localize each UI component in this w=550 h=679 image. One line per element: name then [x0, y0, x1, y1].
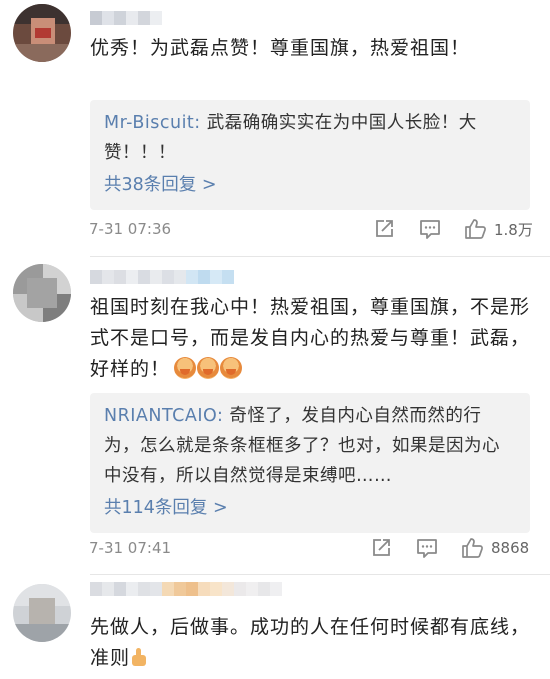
reply-author[interactable]: Mr-Biscuit:: [104, 113, 201, 133]
timestamp: 7-31 07:36: [89, 220, 172, 238]
avatar[interactable]: [13, 264, 71, 322]
comment-icon: [415, 537, 439, 559]
username-blurred[interactable]: [90, 582, 282, 596]
share-icon: [373, 218, 395, 240]
comment-icon: [418, 218, 442, 240]
thumbs-up-icon: [461, 537, 485, 559]
thumbs-up-emoji: [130, 647, 148, 667]
thumbs-up-icon: [464, 218, 488, 240]
share-icon: [370, 537, 392, 559]
divider: [90, 574, 550, 575]
comment-text: 先做人，后做事。成功的人在任何时候都有底线，准则: [90, 612, 530, 674]
comment-text-content: 先做人，后做事。成功的人在任何时候都有底线，准则: [90, 616, 531, 669]
username-blurred[interactable]: [90, 11, 162, 25]
clap-emoji: [174, 357, 243, 380]
reply-box[interactable]: NRIANTCAIO: 奇怪了，发自内心自然而然的行为，怎么就是条条框框多了？也…: [90, 393, 530, 533]
comment-meta: 7-31 07:36 1.8万: [0, 214, 550, 244]
reply-author[interactable]: NRIANTCAIO:: [104, 406, 223, 426]
comment-text: 优秀！为武磊点赞！尊重国旗，热爱祖国！: [90, 37, 471, 59]
like-count: 8868: [491, 539, 530, 557]
like-button[interactable]: 1.8万: [464, 217, 533, 241]
username-blurred[interactable]: [90, 270, 234, 284]
comment-button[interactable]: [415, 536, 439, 560]
like-count: 1.8万: [494, 220, 533, 239]
avatar[interactable]: [13, 584, 71, 642]
avatar[interactable]: [13, 4, 71, 62]
comment-meta: 7-31 07:41 8868: [0, 533, 550, 563]
reply-content: NRIANTCAIO: 奇怪了，发自内心自然而然的行为，怎么就是条条框框多了？也…: [104, 401, 516, 491]
share-button[interactable]: [373, 217, 395, 241]
comment-text: 祖国时刻在我心中！热爱祖国，尊重国旗，不是形式不是口号，而是发自内心的热爱与尊重…: [90, 292, 530, 385]
comment-text-content: 祖国时刻在我心中！热爱祖国，尊重国旗，不是形式不是口号，而是发自内心的热爱与尊重…: [90, 296, 531, 380]
timestamp: 7-31 07:41: [89, 539, 172, 557]
divider: [90, 256, 550, 257]
comment-button[interactable]: [418, 217, 442, 241]
reply-box[interactable]: Mr-Biscuit: 武磊确确实实在为中国人长脸！大赞！！！ 共38条回复 >: [90, 100, 530, 210]
reply-count-link[interactable]: 共38条回复 >: [104, 170, 217, 200]
reply-content: Mr-Biscuit: 武磊确确实实在为中国人长脸！大赞！！！: [104, 108, 516, 168]
reply-count-link[interactable]: 共114条回复 >: [104, 493, 228, 523]
share-button[interactable]: [370, 536, 392, 560]
like-button[interactable]: 8868: [461, 536, 529, 560]
